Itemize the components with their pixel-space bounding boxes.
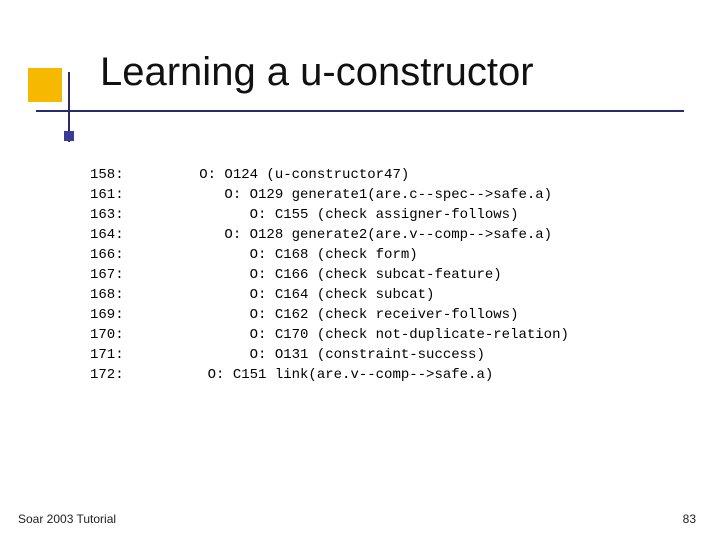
- trace-line: 167: O: C166 (check subcat-feature): [90, 265, 569, 285]
- footer-left: Soar 2003 Tutorial: [18, 512, 116, 526]
- trace-line: 166: O: C168 (check form): [90, 245, 569, 265]
- trace-line: 171: O: O131 (constraint-success): [90, 345, 569, 365]
- accent-square: [28, 68, 62, 102]
- trace-line: 164: O: O128 generate2(are.v--comp-->saf…: [90, 225, 569, 245]
- slide-title: Learning a u-constructor: [100, 50, 534, 95]
- trace-line: 170: O: C170 (check not-duplicate-relati…: [90, 325, 569, 345]
- trace-line: 169: O: C162 (check receiver-follows): [90, 305, 569, 325]
- trace-line: 158: O: O124 (u-constructor47): [90, 165, 569, 185]
- slide: Learning a u-constructor 158: O: O124 (u…: [0, 0, 720, 540]
- rule-horizontal: [36, 110, 684, 112]
- trace-line: 172: O: C151 link(are.v--comp-->safe.a): [90, 365, 569, 385]
- footer-page-number: 83: [683, 512, 696, 526]
- trace-line: 163: O: C155 (check assigner-follows): [90, 205, 569, 225]
- trace-line: 161: O: O129 generate1(are.c--spec-->saf…: [90, 185, 569, 205]
- trace-block: 158: O: O124 (u-constructor47)161: O: O1…: [90, 165, 569, 385]
- trace-line: 168: O: C164 (check subcat): [90, 285, 569, 305]
- bullet-square: [64, 131, 74, 141]
